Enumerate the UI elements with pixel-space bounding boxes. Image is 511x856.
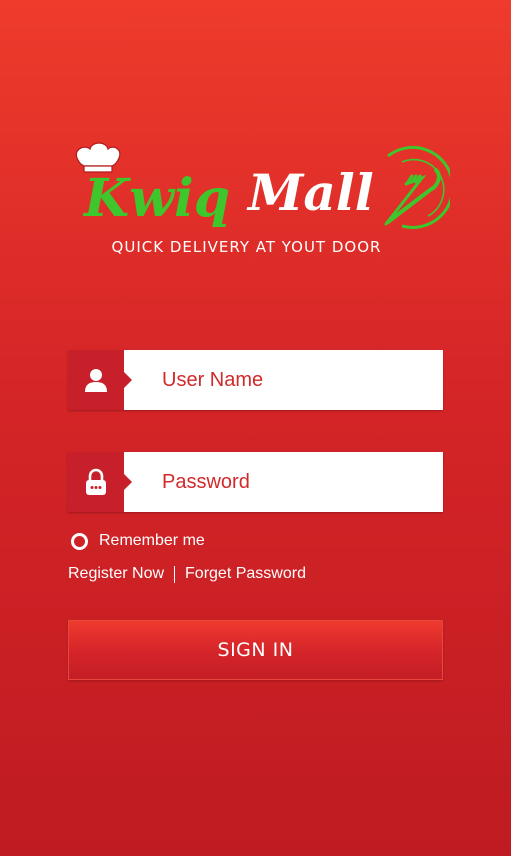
password-icon-box [68,452,132,512]
register-now-link[interactable]: Register Now [68,565,164,583]
login-screen: Kwiq Mall QUICK DELIVERY AT YOUT DOOR Us… [0,0,511,856]
remember-me-radio[interactable] [71,532,88,550]
lock-icon [86,468,106,495]
tagline: QUICK DELIVERY AT YOUT DOOR [111,238,382,256]
sign-in-button[interactable]: SIGN IN [68,620,443,680]
remember-me-label: Remember me [99,532,205,549]
remember-me-option[interactable]: Remember me [68,532,205,550]
kwiq-mall-logo: Kwiq Mall [70,140,450,230]
user-icon [85,369,107,392]
link-separator [174,565,176,583]
password-field[interactable] [68,452,443,512]
password-input[interactable] [124,452,443,512]
plate-fork-knife-icon [384,145,450,229]
forget-password-link[interactable]: Forget Password [185,565,306,583]
logo-text-mall: Mall [246,163,374,222]
username-input[interactable] [124,350,443,410]
logo-text-kwiq: Kwiq [82,168,230,229]
username-field[interactable] [68,350,443,410]
username-icon-box [68,350,132,410]
account-links: Register Now Forget Password [68,565,306,583]
